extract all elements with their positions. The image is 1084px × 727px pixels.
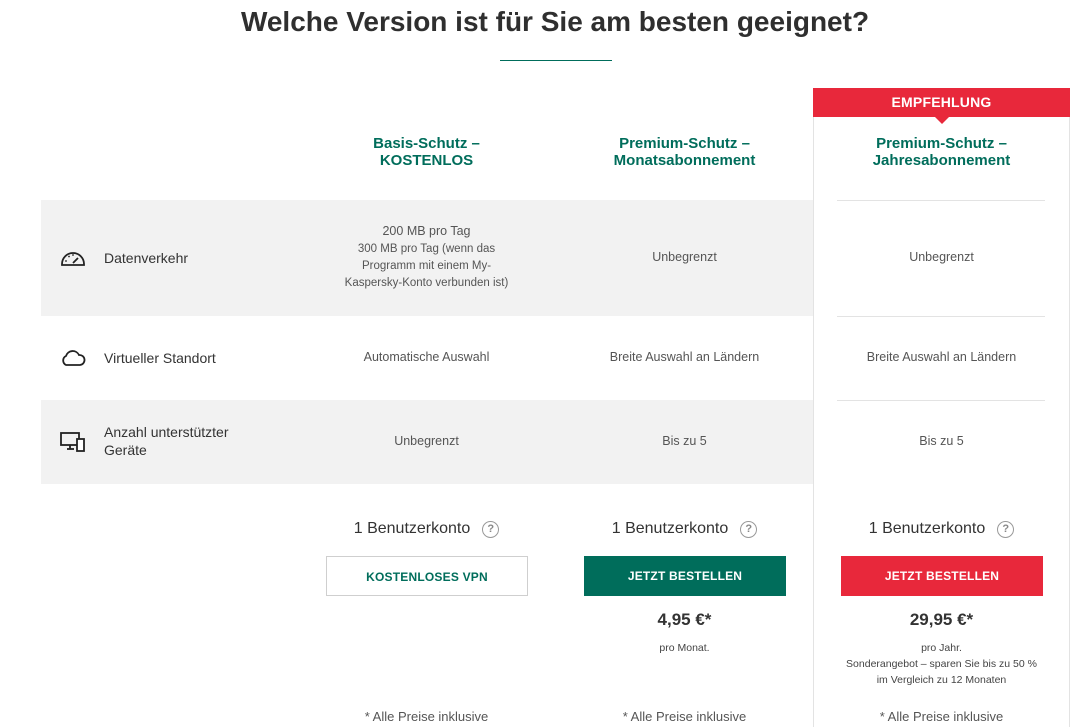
feature-value-sub: 300 MB pro Tag (wenn das Programm mit ei… xyxy=(344,243,509,289)
free-vpn-button[interactable]: KOSTENLOSES VPN xyxy=(326,556,528,596)
feature-value: Unbegrenzt xyxy=(394,434,459,448)
order-yearly-button[interactable]: JETZT BESTELLEN xyxy=(841,556,1043,596)
account-label: 1 Benutzerkonto xyxy=(611,520,729,537)
order-monthly-button[interactable]: JETZT BESTELLEN xyxy=(584,556,786,596)
price-period: pro Jahr. Sonderangebot – sparen Sie bis… xyxy=(813,640,1070,688)
recommended-plan-column xyxy=(813,117,1070,727)
feature-value-main: 200 MB pro Tag xyxy=(382,224,471,238)
price-footnote: * Alle Preise inklusive xyxy=(622,709,747,724)
cloud-icon xyxy=(60,347,86,369)
feature-value: Bis zu 5 xyxy=(662,434,707,448)
feature-value: Automatische Auswahl xyxy=(363,350,490,364)
plan-title-text: Premium-Schutz – Monatsabonnement xyxy=(613,135,756,169)
special-offer-text: Sonderangebot – sparen Sie bis zu 50 % i… xyxy=(846,658,1037,686)
plan-title-premium-monthly: Premium-Schutz – Monatsabonnement xyxy=(556,135,813,169)
price-footnote: * Alle Preise inklusive xyxy=(879,709,1004,724)
price-monthly: 4,95 €* xyxy=(657,610,712,629)
feature-label: Anzahl unterstützter Geräte xyxy=(104,424,229,458)
feature-value: 200 MB pro Tag 300 MB pro Tag (wenn das … xyxy=(298,223,555,292)
title-divider xyxy=(500,60,612,61)
feature-value: Bis zu 5 xyxy=(919,434,964,448)
recommendation-badge: EMPFEHLUNG xyxy=(813,88,1070,124)
feature-value: Unbegrenzt xyxy=(909,250,974,264)
price-footnote: * Alle Preise inklusive xyxy=(364,709,489,724)
price-yearly: 29,95 €* xyxy=(909,610,974,629)
price-period-text: pro Jahr. xyxy=(921,642,962,654)
feature-value: Breite Auswahl an Ländern xyxy=(866,350,1017,364)
feature-location: Virtueller Standort xyxy=(60,347,216,369)
help-icon[interactable]: ? xyxy=(740,520,758,538)
feature-traffic: Datenverkehr xyxy=(60,247,188,269)
feature-devices: Anzahl unterstützter Geräte xyxy=(60,423,254,459)
plan-title-premium-yearly: Premium-Schutz – Jahresabonnement xyxy=(813,135,1070,169)
account-count: 1 Benutzerkonto ? xyxy=(298,520,555,538)
feature-label: Datenverkehr xyxy=(104,250,189,266)
devices-icon xyxy=(60,430,86,452)
account-count: 1 Benutzerkonto ? xyxy=(556,520,813,538)
page-title: Welche Version ist für Sie am besten gee… xyxy=(240,6,870,37)
account-label: 1 Benutzerkonto xyxy=(868,520,986,537)
help-icon[interactable]: ? xyxy=(482,520,500,538)
plan-title-basic: Basis-Schutz – KOSTENLOS xyxy=(298,135,555,169)
feature-value: Unbegrenzt xyxy=(652,250,717,264)
account-label: 1 Benutzerkonto xyxy=(353,520,471,537)
plan-title-text: Basis-Schutz – KOSTENLOS xyxy=(373,135,480,169)
plan-title-text: Premium-Schutz – Jahresabonnement xyxy=(872,135,1011,169)
help-icon[interactable]: ? xyxy=(997,520,1015,538)
account-count: 1 Benutzerkonto ? xyxy=(813,520,1070,538)
column-divider xyxy=(837,316,1045,317)
feature-value: Breite Auswahl an Ländern xyxy=(609,350,760,364)
speedometer-icon xyxy=(60,247,86,269)
feature-label: Virtueller Standort xyxy=(104,350,216,366)
column-divider xyxy=(837,400,1045,401)
price-period: pro Monat. xyxy=(659,642,710,654)
column-divider xyxy=(837,200,1045,201)
